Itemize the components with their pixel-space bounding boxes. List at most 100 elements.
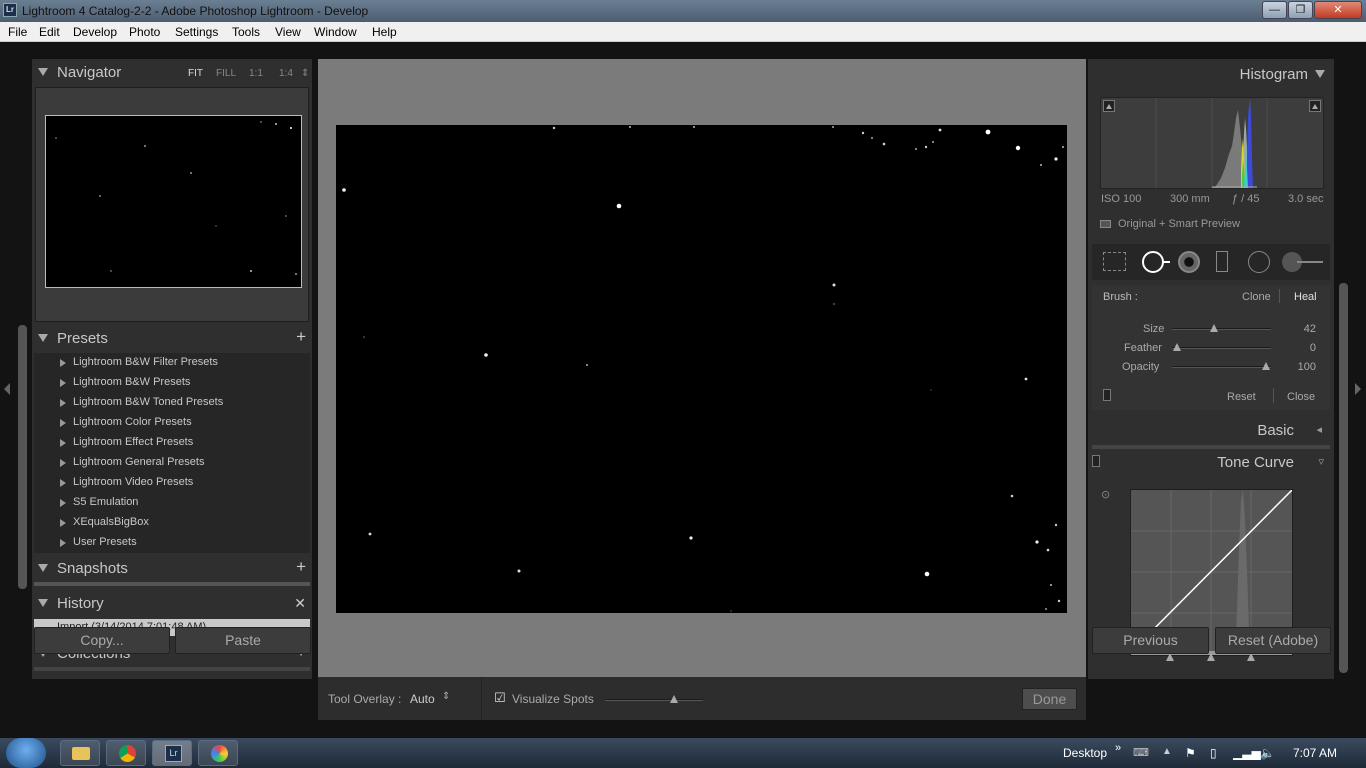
list-item[interactable]: S5 Emulation — [34, 493, 310, 513]
clock-time[interactable]: 7:07 AM — [1293, 746, 1337, 760]
previous-button[interactable]: Previous — [1092, 627, 1209, 654]
snapshots-header[interactable]: Snapshots + — [32, 557, 312, 581]
presets-header[interactable]: Presets + — [32, 327, 312, 351]
show-hidden-icons-icon[interactable]: ▲ — [1162, 746, 1172, 757]
menu-settings[interactable]: Settings — [175, 25, 218, 39]
tone-curve-switch-icon[interactable] — [1092, 455, 1100, 467]
list-item[interactable]: Lightroom Effect Presets — [34, 433, 310, 453]
red-eye-icon[interactable] — [1178, 251, 1200, 273]
right-panel-toggle-icon[interactable] — [1355, 383, 1361, 395]
minimize-button[interactable]: — — [1262, 1, 1287, 19]
desktop-toolbar-label[interactable]: Desktop — [1063, 746, 1107, 760]
visualize-threshold-slider[interactable] — [605, 699, 703, 701]
spot-removal-icon[interactable] — [1142, 251, 1164, 273]
list-item[interactable]: XEqualsBigBox — [34, 513, 310, 533]
zoom-fit[interactable]: FIT — [188, 68, 203, 79]
right-panel-scrollbar[interactable] — [1339, 283, 1348, 673]
menu-view[interactable]: View — [275, 25, 301, 39]
maximize-button[interactable]: ❐ — [1288, 1, 1313, 19]
left-panel-toggle-icon[interactable] — [4, 383, 10, 395]
highlight-clipping-icon[interactable] — [1309, 100, 1321, 112]
menu-tools[interactable]: Tools — [232, 25, 260, 39]
list-item[interactable]: User Presets — [34, 533, 310, 553]
crop-overlay-icon[interactable] — [1103, 252, 1126, 271]
collapse-triangle-icon[interactable] — [1315, 70, 1325, 78]
select-arrows-icon[interactable]: ⇕ — [442, 691, 450, 702]
navigator-thumbnail[interactable] — [45, 115, 302, 288]
list-item[interactable]: Lightroom General Presets — [34, 453, 310, 473]
clear-history-icon[interactable]: ✕ — [294, 595, 306, 612]
history-header[interactable]: History ✕ — [32, 592, 312, 616]
visualize-spots-checkbox[interactable]: ☑ — [494, 690, 506, 706]
menu-develop[interactable]: Develop — [73, 25, 117, 39]
device-icon[interactable]: ▯ — [1210, 746, 1217, 760]
navigator-header[interactable]: Navigator FIT FILL 1:1 1:4 ⇕ — [32, 61, 312, 85]
explorer-icon[interactable] — [60, 740, 100, 766]
toolbar-expand-icon[interactable]: » — [1115, 742, 1121, 754]
image-canvas[interactable] — [318, 59, 1086, 677]
close-spot-button[interactable]: Close — [1287, 391, 1315, 403]
feather-slider-thumb[interactable] — [1173, 343, 1181, 351]
paste-settings-button[interactable]: Paste — [175, 627, 311, 654]
feather-value[interactable]: 0 — [1286, 342, 1316, 354]
close-button[interactable]: ✕ — [1314, 1, 1362, 19]
shadow-clipping-icon[interactable] — [1103, 100, 1115, 112]
basic-title[interactable]: Basic — [1257, 422, 1294, 439]
shadows-split-thumb[interactable] — [1166, 653, 1174, 661]
smart-preview-icon[interactable] — [1100, 220, 1111, 228]
reset-spot-button[interactable]: Reset — [1227, 391, 1256, 403]
heal-mode-button[interactable]: Heal — [1294, 291, 1317, 303]
feather-slider[interactable] — [1172, 347, 1271, 349]
tone-curve-collapse-icon[interactable]: ▿ — [1318, 455, 1324, 468]
graduated-filter-icon[interactable] — [1216, 251, 1228, 272]
size-slider-thumb[interactable] — [1210, 324, 1218, 332]
add-snapshot-icon[interactable]: + — [296, 557, 306, 577]
done-button[interactable]: Done — [1022, 688, 1077, 710]
photo-preview[interactable] — [336, 125, 1067, 613]
slider-thumb[interactable] — [670, 695, 678, 703]
lightroom-icon[interactable]: Lr — [152, 740, 192, 766]
radial-filter-icon[interactable] — [1248, 251, 1270, 273]
list-item[interactable]: Lightroom B&W Toned Presets — [34, 393, 310, 413]
menu-help[interactable]: Help — [372, 25, 397, 39]
keyboard-icon[interactable]: ⌨ — [1133, 746, 1149, 759]
menu-window[interactable]: Window — [314, 25, 357, 39]
targeted-adjustment-icon[interactable]: ⊙ — [1101, 488, 1110, 501]
copy-settings-button[interactable]: Copy... — [34, 627, 170, 654]
action-center-flag-icon[interactable]: ⚑ — [1185, 746, 1196, 760]
size-slider[interactable] — [1172, 328, 1271, 330]
opacity-slider[interactable] — [1172, 366, 1271, 368]
size-value[interactable]: 42 — [1286, 323, 1316, 335]
highlights-split-thumb[interactable] — [1247, 653, 1255, 661]
clone-mode-button[interactable]: Clone — [1242, 291, 1271, 303]
opacity-value[interactable]: 100 — [1286, 361, 1316, 373]
histogram[interactable] — [1100, 97, 1324, 189]
navigator-preview[interactable] — [35, 87, 309, 322]
list-item[interactable]: Lightroom B&W Presets — [34, 373, 310, 393]
paint-icon[interactable] — [198, 740, 238, 766]
tool-overlay-select[interactable]: Auto — [410, 692, 435, 706]
network-signal-icon[interactable]: ▁▃▅ — [1233, 746, 1261, 760]
zoom-fill[interactable]: FILL — [216, 68, 236, 79]
reset-adobe-button[interactable]: Reset (Adobe) — [1215, 627, 1331, 654]
navigator-title: Navigator — [57, 64, 122, 81]
chrome-icon[interactable] — [106, 740, 146, 766]
midtones-split-thumb[interactable] — [1207, 653, 1215, 661]
add-preset-icon[interactable]: + — [296, 327, 306, 347]
list-item[interactable]: Lightroom B&W Filter Presets — [34, 353, 310, 373]
list-item[interactable]: Lightroom Video Presets — [34, 473, 310, 493]
volume-icon[interactable]: 🔈 — [1260, 746, 1275, 760]
zoom-1-1[interactable]: 1:1 — [249, 68, 263, 79]
windows-start-icon[interactable] — [6, 738, 46, 768]
zoom-1-4[interactable]: 1:4 — [279, 68, 293, 79]
zoom-chevron-icon[interactable]: ⇕ — [301, 68, 309, 79]
list-item[interactable]: Lightroom Color Presets — [34, 413, 310, 433]
opacity-slider-thumb[interactable] — [1262, 362, 1270, 370]
menu-file[interactable]: File — [8, 25, 27, 39]
basic-collapse-icon[interactable]: ◂ — [1316, 423, 1322, 436]
menu-edit[interactable]: Edit — [39, 25, 60, 39]
left-panel-scrollbar[interactable] — [18, 325, 27, 589]
panel-switch-icon[interactable] — [1103, 389, 1111, 401]
menu-photo[interactable]: Photo — [129, 25, 160, 39]
tone-curve-title[interactable]: Tone Curve — [1217, 454, 1294, 471]
